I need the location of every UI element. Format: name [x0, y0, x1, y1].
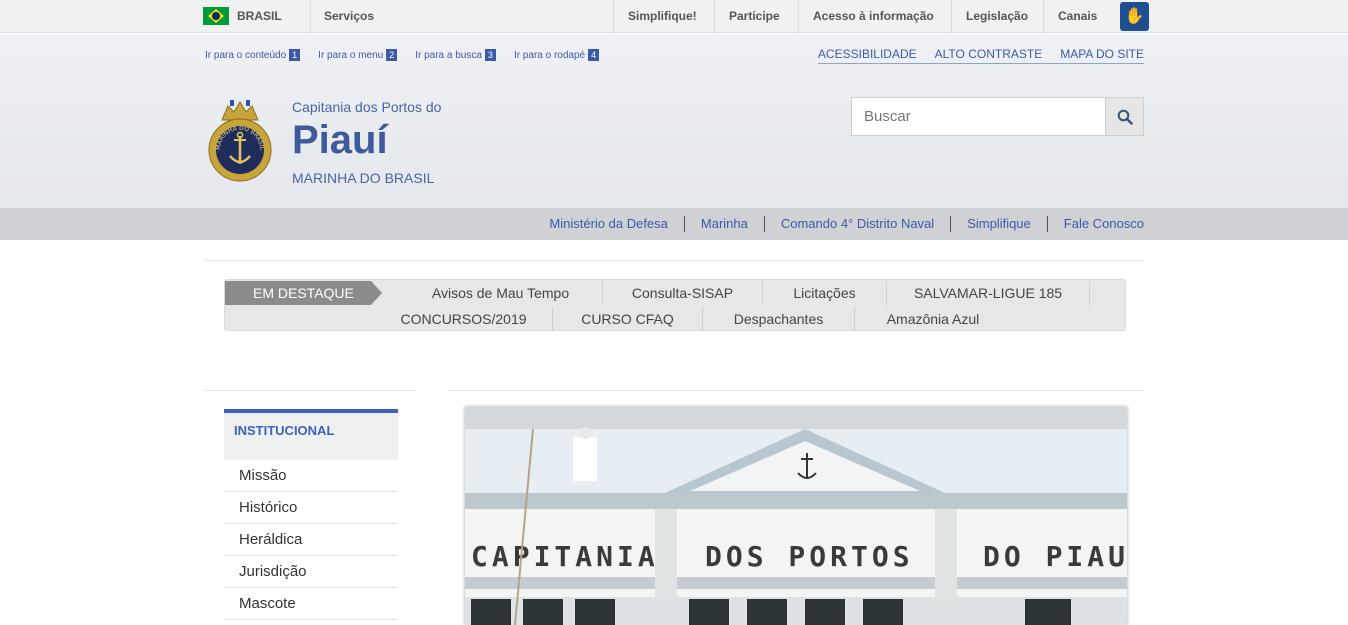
destaque-item-avisos[interactable]: Avisos de Mau Tempo — [399, 281, 603, 305]
svg-text:DO PIAUÍ: DO PIAUÍ — [983, 539, 1127, 573]
sidebar-item-heraldica[interactable]: Heráldica — [224, 524, 398, 556]
destaque-row-2: CONCURSOS/2019 CURSO CFAQ Despachantes A… — [375, 307, 1011, 331]
services-link[interactable]: Serviços — [324, 9, 374, 23]
destaque-item-cfaq[interactable]: CURSO CFAQ — [553, 307, 703, 331]
alto-contraste-link[interactable]: ALTO CONTRASTE — [935, 47, 1043, 61]
sidebar-item-missao[interactable]: Missão — [224, 460, 398, 492]
destaque-item-amazonia[interactable]: Amazônia Azul — [855, 307, 1011, 331]
destaque-row-1: Avisos de Mau Tempo Consulta-SISAP Licit… — [399, 281, 1090, 305]
divider — [204, 260, 1144, 261]
service-bar: Ministério da Defesa Marinha Comando 4° … — [0, 208, 1348, 240]
destaque-bar: EM DESTAQUE Avisos de Mau Tempo Consulta… — [224, 279, 1126, 331]
acessibilidade-link[interactable]: ACESSIBILIDADE — [818, 47, 917, 61]
brasil-label: BRASIL — [237, 9, 282, 23]
skip-to-menu[interactable]: Ir para o menu 2 — [318, 49, 398, 61]
brasil-link[interactable]: BRASIL — [203, 7, 282, 25]
gov-bar: BRASIL Serviços Simplifique! Participe A… — [0, 0, 1348, 33]
sidebar-menu: INSTITUCIONAL Missão Histórico Heráldica… — [224, 409, 398, 620]
skip-to-content[interactable]: Ir para o conteúdo 1 — [205, 49, 301, 61]
search-input[interactable] — [852, 98, 1106, 135]
marinha-link[interactable]: Marinha — [683, 216, 764, 232]
acesso-informacao-link[interactable]: Acesso à informação — [798, 0, 948, 33]
svg-text:CAPITANIA: CAPITANIA — [471, 540, 659, 573]
skip-links: Ir para o conteúdo 1 Ir para o menu 2 Ir p… — [205, 49, 617, 61]
participe-link[interactable]: Participe — [714, 0, 794, 33]
search-box — [851, 97, 1144, 136]
skip-to-footer[interactable]: Ir para o rodapé 4 — [514, 49, 600, 61]
svg-text:DOS PORTOS: DOS PORTOS — [705, 540, 914, 573]
brazil-flag-icon — [203, 7, 229, 25]
sidebar-item-jurisdicao[interactable]: Jurisdição — [224, 556, 398, 588]
destaque-item-salvamar[interactable]: SALVAMAR-LIGUE 185 — [887, 281, 1090, 305]
search-icon — [1117, 109, 1133, 125]
site-title[interactable]: Piauí — [292, 118, 388, 163]
marinha-logo[interactable]: MARINHA DO BRASIL — [208, 98, 272, 186]
site-subtitle: Capitania dos Portos do — [292, 99, 442, 115]
hand-sign-icon[interactable]: ✋ — [1120, 2, 1149, 31]
sidebar-item-historico[interactable]: Histórico — [224, 492, 398, 524]
destaque-item-concursos[interactable]: CONCURSOS/2019 — [375, 307, 553, 331]
accessibility-links: ACESSIBILIDADE ALTO CONTRASTE MAPA DO SI… — [817, 47, 1144, 64]
destaque-tag: EM DESTAQUE — [225, 281, 382, 305]
simplifique-service-link[interactable]: Simplifique — [950, 216, 1047, 232]
sidebar-item-mascote[interactable]: Mascote — [224, 588, 398, 620]
mapa-do-site-link[interactable]: MAPA DO SITE — [1060, 47, 1144, 61]
sidebar-heading[interactable]: INSTITUCIONAL — [224, 409, 398, 460]
destaque-item-sisap[interactable]: Consulta-SISAP — [603, 281, 763, 305]
building-image: CAPITANIA DOS PORTOS DO PIAUÍ — [465, 407, 1127, 625]
ministerio-defesa-link[interactable]: Ministério da Defesa — [533, 216, 684, 232]
destaque-item-licitacoes[interactable]: Licitações — [763, 281, 887, 305]
canais-link[interactable]: Canais — [1043, 0, 1111, 33]
skip-to-search[interactable]: Ir para a busca 3 — [415, 49, 496, 61]
divider — [447, 390, 1144, 391]
comando-distrito-link[interactable]: Comando 4° Distrito Naval — [763, 216, 950, 232]
simplifique-link[interactable]: Simplifique! — [613, 0, 711, 33]
legislacao-link[interactable]: Legislação — [951, 0, 1042, 33]
site-org: MARINHA DO BRASIL — [292, 170, 435, 186]
site-header: Ir para o conteúdo 1 Ir para o menu 2 Ir p… — [0, 34, 1348, 208]
divider — [204, 390, 416, 391]
fale-conosco-link[interactable]: Fale Conosco — [1046, 216, 1144, 232]
building-photo[interactable]: CAPITANIA DOS PORTOS DO PIAUÍ — [465, 407, 1127, 625]
destaque-item-despachantes[interactable]: Despachantes — [703, 307, 855, 331]
service-links: Ministério da Defesa Marinha Comando 4° … — [533, 216, 1144, 232]
divider — [310, 0, 311, 33]
search-button[interactable] — [1105, 98, 1143, 135]
